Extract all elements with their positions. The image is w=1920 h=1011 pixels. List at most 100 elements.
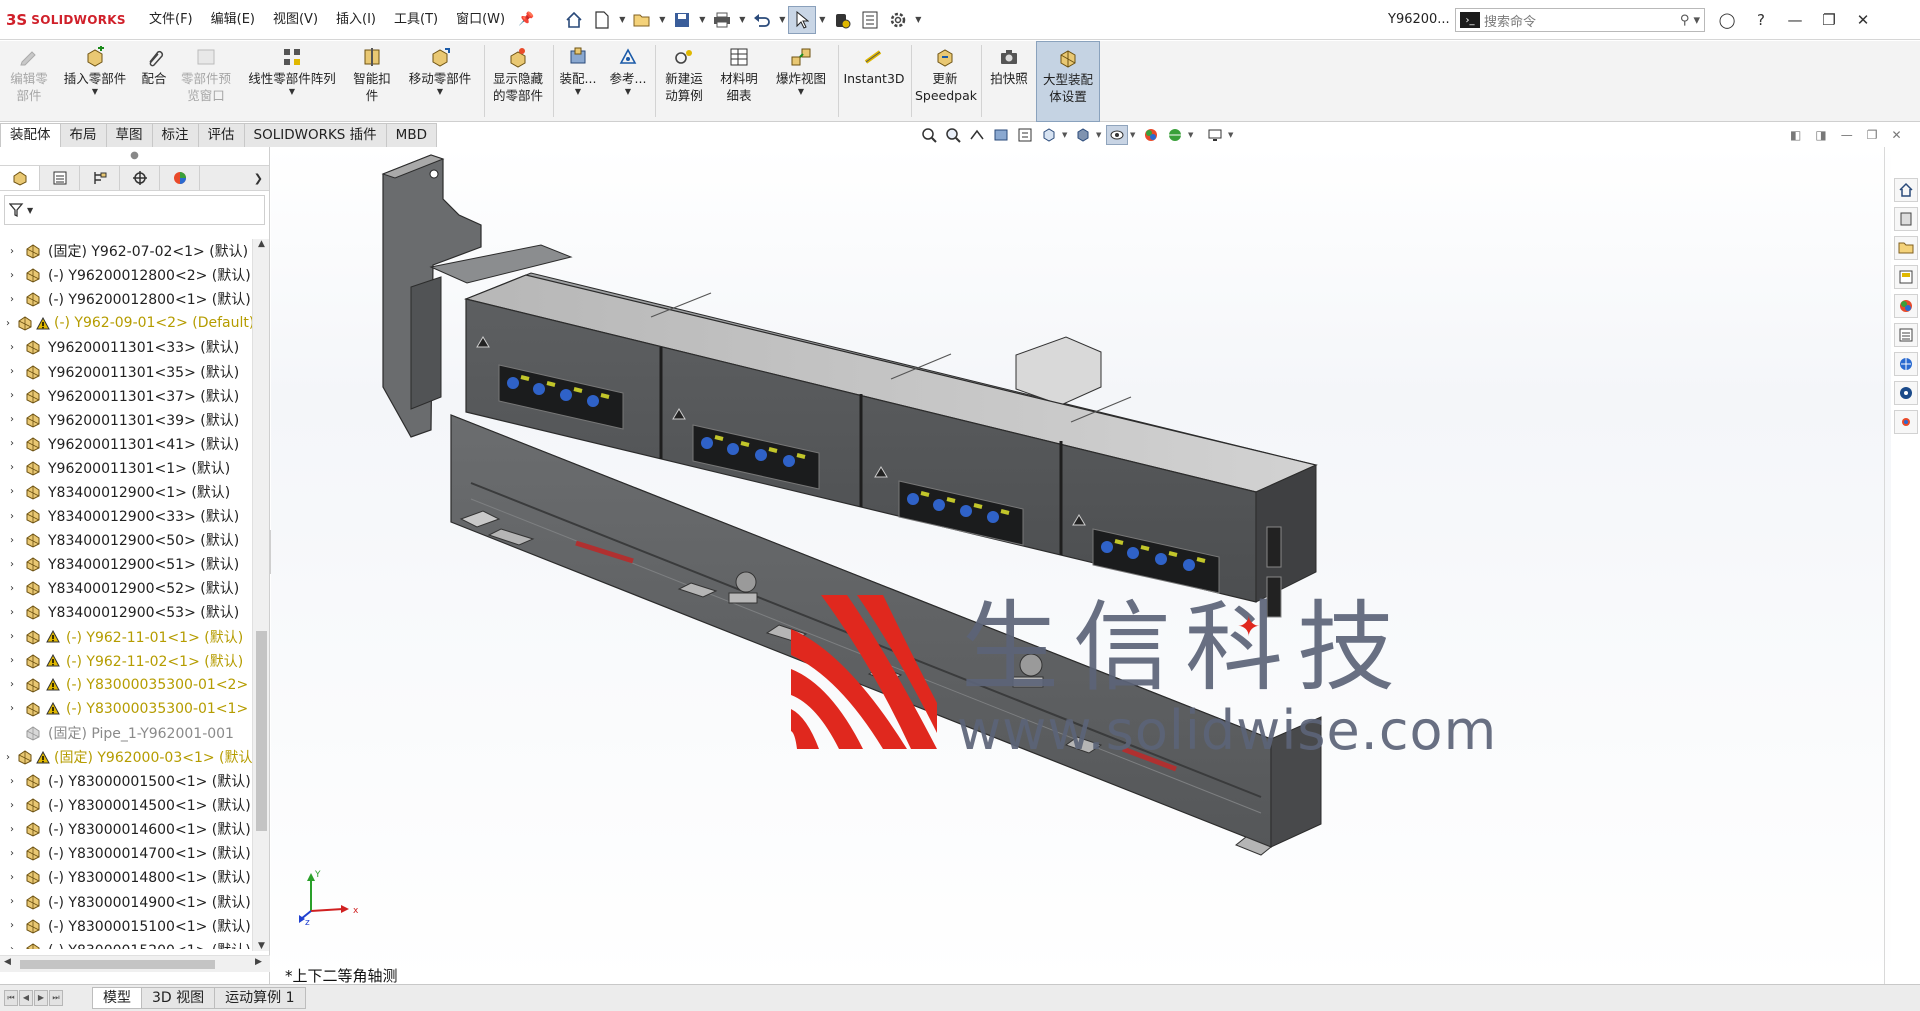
filter-dropdown-icon[interactable]: ▼ (27, 206, 33, 215)
bom-button[interactable]: 材料明细表 (714, 41, 764, 122)
show-hidden-button[interactable]: 显示隐藏的零部件 (486, 41, 550, 122)
tabs-more-chevron-icon[interactable]: ❯ (254, 172, 263, 185)
tree-item[interactable]: › (-) Y83000014500<1> (默认) (0, 793, 252, 817)
reference-geometry-button[interactable]: 参考... ▼ (605, 41, 651, 122)
expand-chevron-icon[interactable]: › (6, 944, 18, 949)
expand-chevron-icon[interactable]: › (6, 246, 18, 257)
zoom-to-area-icon[interactable] (942, 125, 964, 145)
view-settings-dropdown-icon[interactable]: ▼ (1228, 131, 1236, 139)
tree-item[interactable]: › (-) Y83000035300-01<2> (0, 673, 252, 697)
insert-component-dropdown-icon[interactable]: ▼ (92, 87, 98, 97)
menu-insert[interactable]: 插入(I) (327, 0, 385, 40)
rebuild-icon[interactable] (828, 6, 856, 34)
open-icon[interactable] (628, 6, 656, 34)
help-resources-icon[interactable] (1893, 410, 1918, 434)
viewport-close-icon[interactable]: ✕ (1891, 128, 1901, 142)
tree-horizontal-scrollbar[interactable]: ◀ ▶ (0, 955, 270, 972)
configuration-manager-tab-icon[interactable] (80, 166, 120, 190)
tree-item[interactable]: › Y83400012900<1> (默认) (0, 480, 252, 504)
featuremanager-tree-tab-icon[interactable] (0, 166, 40, 190)
tree-item[interactable]: › (-) Y83000015200<1> (默认) (0, 938, 252, 949)
linear-pattern-dropdown-icon[interactable]: ▼ (289, 87, 295, 97)
expand-chevron-icon[interactable]: › (6, 872, 18, 883)
expand-chevron-icon[interactable]: › (6, 703, 18, 714)
panel-grip[interactable]: ● (0, 147, 269, 165)
search-icon[interactable]: ⚲ ▾ (1676, 13, 1704, 28)
view-orientation-dropdown-icon[interactable]: ▼ (1062, 131, 1070, 139)
new-document-icon[interactable] (588, 6, 616, 34)
smart-fasteners-button[interactable]: 智能扣件 (348, 41, 396, 122)
first-tab-icon[interactable]: ⏮ (4, 990, 18, 1006)
tab-layout[interactable]: 布局 (59, 123, 107, 147)
solidworks-logo[interactable]: 3S SOLIDWORKS (0, 11, 140, 29)
print-icon[interactable] (708, 6, 736, 34)
edit-component-button[interactable]: 编辑零部件 (4, 41, 54, 122)
tree-item[interactable]: › Y96200011301<37> (默认) (0, 384, 252, 408)
tree-item[interactable]: › Y83400012900<51> (默认) (0, 552, 252, 576)
tree-item[interactable]: › Y83400012900<53> (默认) (0, 600, 252, 624)
tree-item[interactable]: › (-) Y83000014700<1> (默认) (0, 841, 252, 865)
expand-chevron-icon[interactable]: › (6, 318, 10, 329)
expand-chevron-icon[interactable]: › (6, 294, 18, 305)
expand-chevron-icon[interactable]: › (6, 270, 18, 281)
previous-view-icon[interactable] (966, 125, 988, 145)
solidworks-forum-icon[interactable] (1893, 352, 1918, 376)
snapshot-button[interactable]: 拍快照 (983, 41, 1035, 122)
display-style-dropdown-icon[interactable]: ▼ (1096, 131, 1104, 139)
tree-item[interactable]: › (-) Y962-11-02<1> (默认) (0, 649, 252, 673)
tree-filter[interactable]: ▼ (4, 195, 265, 225)
assembly-features-button[interactable]: 装配... ▼ (555, 41, 601, 122)
display-style-icon[interactable] (1072, 125, 1094, 145)
section-view-icon[interactable] (990, 125, 1012, 145)
tree-item[interactable]: › (-) Y83000014600<1> (默认) (0, 817, 252, 841)
expand-chevron-icon[interactable]: › (6, 390, 18, 401)
dynamic-annotation-icon[interactable] (1014, 125, 1036, 145)
apply-scene-dropdown-icon[interactable]: ▼ (1188, 131, 1196, 139)
tree-item[interactable]: (固定) Pipe_1-Y962001-001 (0, 721, 252, 745)
tab-addins[interactable]: SOLIDWORKS 插件 (243, 123, 387, 147)
tree-item[interactable]: › Y96200011301<39> (默认) (0, 408, 252, 432)
menu-edit[interactable]: 编辑(E) (202, 0, 264, 40)
expand-chevron-icon[interactable]: › (6, 920, 18, 931)
tab-3d-view[interactable]: 3D 视图 (141, 987, 216, 1009)
expand-chevron-icon[interactable]: › (6, 776, 18, 787)
tree-item[interactable]: › (-) Y83000035300-01<1> (0, 697, 252, 721)
scroll-up-icon[interactable]: ▲ (253, 239, 270, 249)
view-settings-icon[interactable] (1204, 125, 1226, 145)
tree-vertical-scrollbar[interactable]: ▲ ▼ (252, 239, 269, 951)
expand-chevron-icon[interactable]: › (6, 511, 18, 522)
save-dropdown-icon[interactable]: ▼ (696, 15, 708, 24)
new-dropdown-icon[interactable]: ▼ (616, 15, 628, 24)
save-icon[interactable] (668, 6, 696, 34)
menu-tools[interactable]: 工具(T) (385, 0, 447, 40)
undo-icon[interactable] (748, 6, 776, 34)
help-icon[interactable]: ? (1749, 8, 1773, 32)
file-properties-icon[interactable] (856, 6, 884, 34)
expand-chevron-icon[interactable]: › (6, 559, 18, 570)
viewport-link-icon[interactable]: ◨ (1815, 128, 1826, 142)
tab-markup[interactable]: 标注 (151, 123, 199, 147)
exploded-view-dropdown-icon[interactable]: ▼ (798, 87, 804, 97)
expand-chevron-icon[interactable]: › (6, 414, 18, 425)
large-assembly-button[interactable]: 大型装配体设置 (1036, 41, 1100, 122)
tree-item[interactable]: › Y83400012900<50> (默认) (0, 528, 252, 552)
hide-show-items-icon[interactable] (1106, 125, 1128, 145)
linear-pattern-button[interactable]: 线性零部件阵列 ▼ (240, 41, 344, 122)
expand-chevron-icon[interactable]: › (6, 896, 18, 907)
scroll-right-icon[interactable]: ▶ (255, 957, 262, 967)
viewport-minimize-icon[interactable]: — (1841, 128, 1853, 142)
file-explorer-icon[interactable] (1893, 236, 1918, 260)
expand-chevron-icon[interactable]: › (6, 752, 10, 763)
pin-menu-icon[interactable]: 📌 (518, 0, 534, 40)
tab-mbd[interactable]: MBD (385, 123, 437, 147)
assembly-features-dropdown-icon[interactable]: ▼ (575, 87, 581, 97)
edit-appearance-icon[interactable] (1140, 125, 1162, 145)
expand-chevron-icon[interactable]: › (6, 366, 18, 377)
close-button[interactable]: ✕ (1851, 8, 1875, 32)
view-orientation-icon[interactable] (1038, 125, 1060, 145)
expand-chevron-icon[interactable]: › (6, 655, 18, 666)
move-component-dropdown-icon[interactable]: ▼ (437, 87, 443, 97)
apply-scene-icon[interactable] (1164, 125, 1186, 145)
viewport-restore-icon[interactable]: ❐ (1867, 128, 1878, 142)
tab-evaluate[interactable]: 评估 (197, 123, 245, 147)
